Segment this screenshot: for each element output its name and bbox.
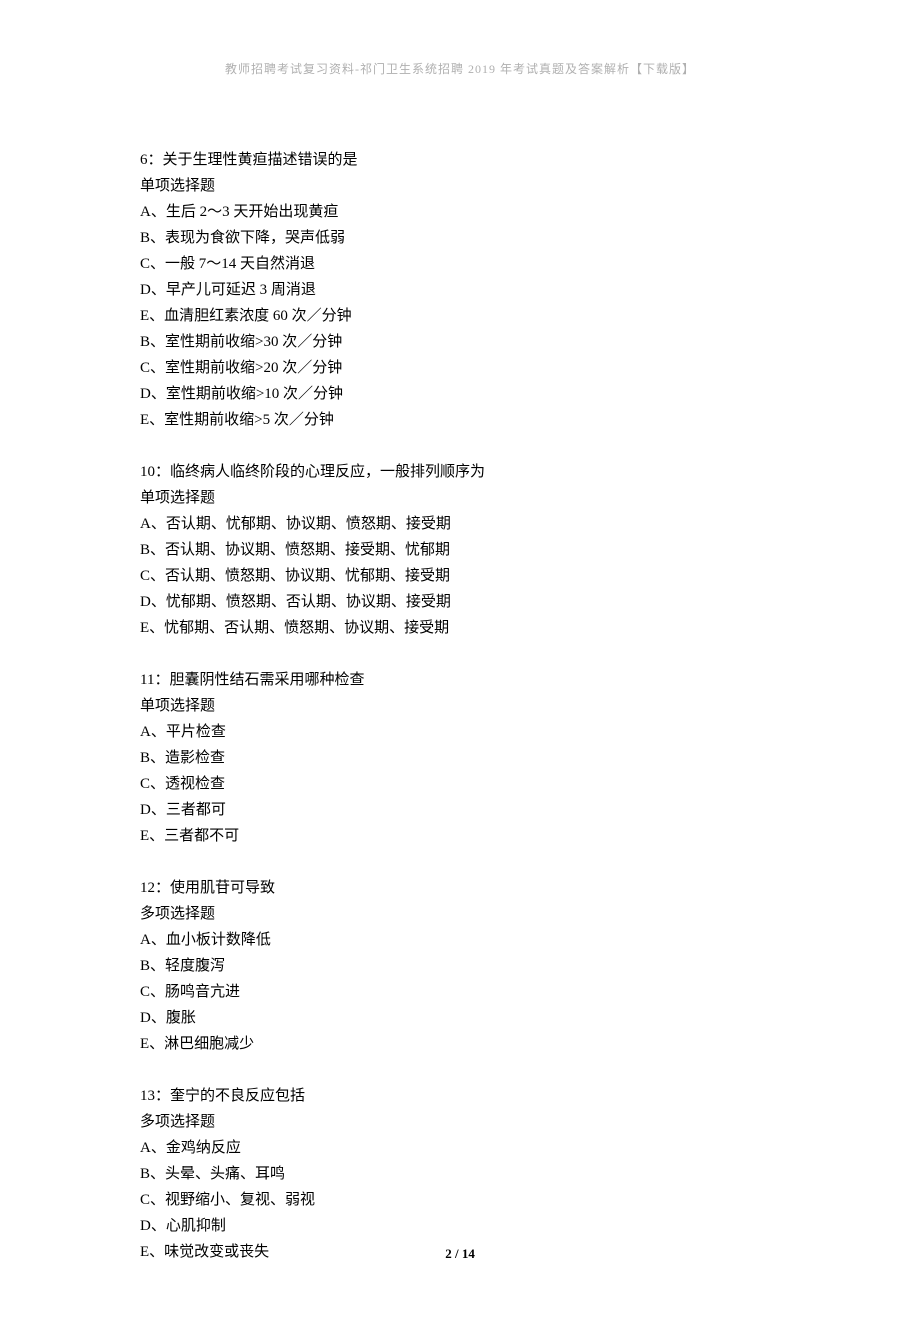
question-option: B、室性期前收缩>30 次／分钟 [140, 329, 780, 355]
question-option: A、否认期、忧郁期、协议期、愤怒期、接受期 [140, 511, 780, 537]
question-option: D、三者都可 [140, 797, 780, 823]
question-block: 10：临终病人临终阶段的心理反应，一般排列顺序为单项选择题A、否认期、忧郁期、协… [140, 459, 780, 641]
question-option: A、血小板计数降低 [140, 927, 780, 953]
question-type: 多项选择题 [140, 1109, 780, 1135]
page-number-sep: / [452, 1246, 462, 1261]
question-option: A、平片检查 [140, 719, 780, 745]
question-option: B、头晕、头痛、耳鸣 [140, 1161, 780, 1187]
question-option: E、三者都不可 [140, 823, 780, 849]
question-stem: 10：临终病人临终阶段的心理反应，一般排列顺序为 [140, 459, 780, 485]
question-option: B、造影检查 [140, 745, 780, 771]
question-block: 6：关于生理性黄疸描述错误的是单项选择题A、生后 2～3 天开始出现黄疸B、表现… [140, 147, 780, 433]
question-stem: 13：奎宁的不良反应包括 [140, 1083, 780, 1109]
question-option: D、早产儿可延迟 3 周消退 [140, 277, 780, 303]
question-option: C、透视检查 [140, 771, 780, 797]
question-option: E、血清胆红素浓度 60 次／分钟 [140, 303, 780, 329]
question-block: 11：胆囊阴性结石需采用哪种检查单项选择题A、平片检查B、造影检查C、透视检查D… [140, 667, 780, 849]
question-block: 12：使用肌苷可导致多项选择题A、血小板计数降低B、轻度腹泻C、肠鸣音亢进D、腹… [140, 875, 780, 1057]
question-option: D、心肌抑制 [140, 1213, 780, 1239]
question-option: D、忧郁期、愤怒期、否认期、协议期、接受期 [140, 589, 780, 615]
question-type: 多项选择题 [140, 901, 780, 927]
question-option: C、室性期前收缩>20 次／分钟 [140, 355, 780, 381]
question-option: C、肠鸣音亢进 [140, 979, 780, 1005]
question-stem: 11：胆囊阴性结石需采用哪种检查 [140, 667, 780, 693]
question-option: A、生后 2～3 天开始出现黄疸 [140, 199, 780, 225]
question-option: D、室性期前收缩>10 次／分钟 [140, 381, 780, 407]
question-block: 13：奎宁的不良反应包括多项选择题A、金鸡纳反应B、头晕、头痛、耳鸣C、视野缩小… [140, 1083, 780, 1265]
question-option: B、否认期、协议期、愤怒期、接受期、忧郁期 [140, 537, 780, 563]
page-number-total: 14 [462, 1246, 475, 1261]
question-option: B、轻度腹泻 [140, 953, 780, 979]
question-stem: 12：使用肌苷可导致 [140, 875, 780, 901]
question-option: B、表现为食欲下降，哭声低弱 [140, 225, 780, 251]
question-option: C、视野缩小、复视、弱视 [140, 1187, 780, 1213]
document-header: 教师招聘考试复习资料-祁门卫生系统招聘 2019 年考试真题及答案解析【下载版】 [140, 60, 780, 77]
questions-list: 6：关于生理性黄疸描述错误的是单项选择题A、生后 2～3 天开始出现黄疸B、表现… [140, 147, 780, 1265]
question-option: A、金鸡纳反应 [140, 1135, 780, 1161]
page-container: 教师招聘考试复习资料-祁门卫生系统招聘 2019 年考试真题及答案解析【下载版】… [0, 0, 920, 1331]
question-type: 单项选择题 [140, 485, 780, 511]
question-stem: 6：关于生理性黄疸描述错误的是 [140, 147, 780, 173]
question-option: E、室性期前收缩>5 次／分钟 [140, 407, 780, 433]
question-type: 单项选择题 [140, 173, 780, 199]
question-option: E、淋巴细胞减少 [140, 1031, 780, 1057]
question-option: C、否认期、愤怒期、协议期、忧郁期、接受期 [140, 563, 780, 589]
question-option: C、一般 7～14 天自然消退 [140, 251, 780, 277]
question-option: D、腹胀 [140, 1005, 780, 1031]
page-footer: 2 / 14 [0, 1246, 920, 1262]
question-type: 单项选择题 [140, 693, 780, 719]
question-option: E、忧郁期、否认期、愤怒期、协议期、接受期 [140, 615, 780, 641]
